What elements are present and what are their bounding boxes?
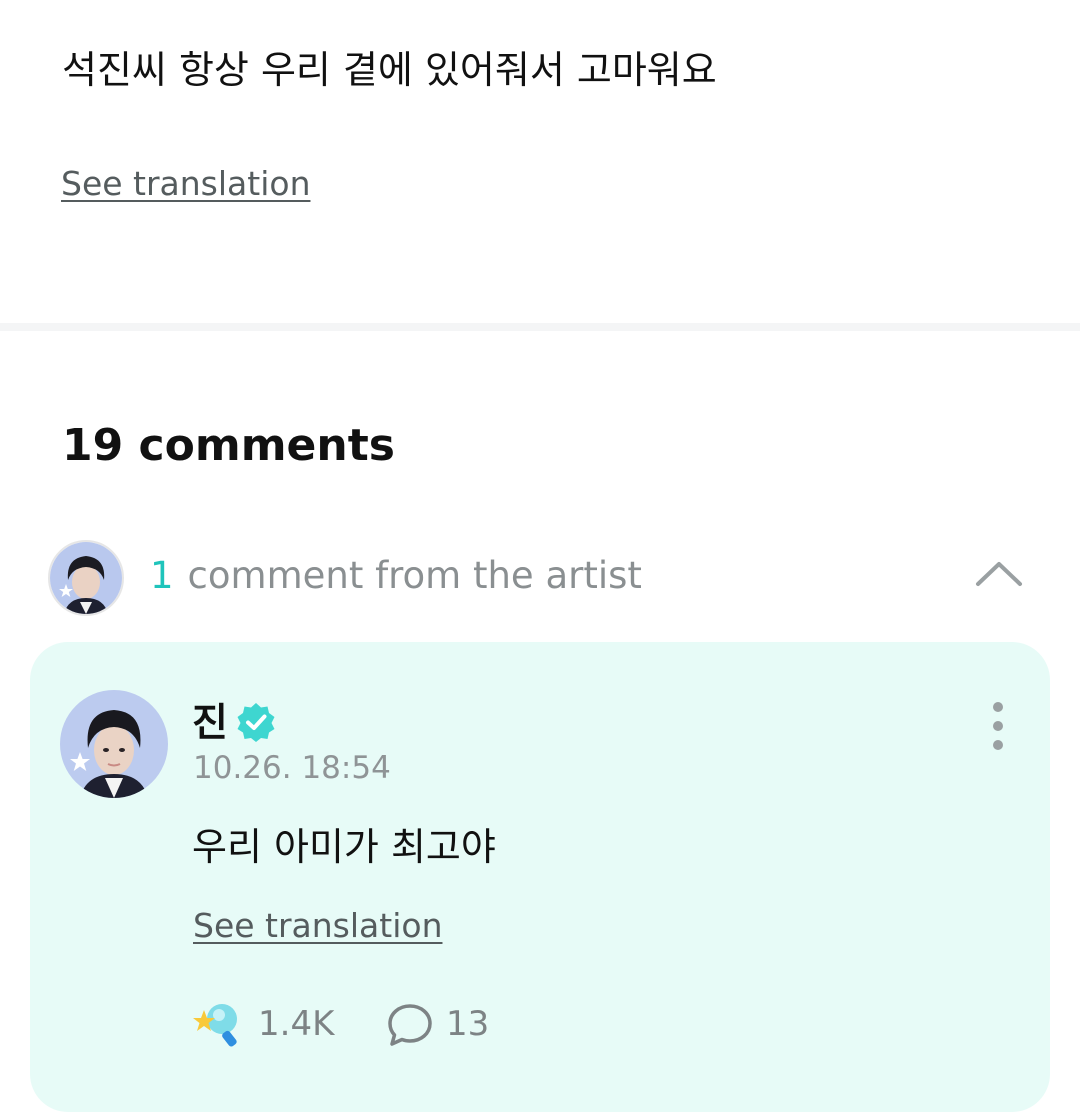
like-lightstick-icon[interactable] — [192, 998, 246, 1050]
artist-avatar-small — [48, 540, 124, 616]
post-text: 석진씨 항상 우리 곁에 있어줘서 고마워요 — [62, 48, 717, 92]
section-divider — [0, 323, 1080, 331]
reply-count: 13 — [446, 1004, 490, 1044]
comment-bubble-icon[interactable] — [386, 1002, 434, 1048]
artist-avatar[interactable] — [60, 690, 168, 798]
comment-timestamp: 10.26. 18:54 — [193, 750, 391, 786]
artist-comment-label: comment from the artist — [187, 554, 642, 597]
chevron-up-icon[interactable] — [974, 554, 1024, 594]
like-count: 1.4K — [258, 1004, 335, 1044]
artist-comment-summary: 1 comment from the artist — [150, 552, 642, 600]
artist-comment-count: 1 — [150, 554, 174, 597]
comments-count-title: 19 comments — [62, 420, 395, 471]
artist-comments-toggle[interactable]: 1 comment from the artist — [48, 540, 1038, 620]
post-see-translation-link[interactable]: See translation — [61, 164, 310, 204]
more-options-icon[interactable] — [988, 702, 1008, 756]
comment-author-name[interactable]: 진 — [192, 700, 228, 748]
comment-see-translation-link[interactable]: See translation — [193, 906, 442, 946]
comment-text: 우리 아미가 최고야 — [192, 825, 496, 869]
artist-comment-card: 진 10.26. 18:54 우리 아미가 최고야 See translatio… — [30, 642, 1050, 1112]
verified-badge-icon — [237, 703, 275, 742]
